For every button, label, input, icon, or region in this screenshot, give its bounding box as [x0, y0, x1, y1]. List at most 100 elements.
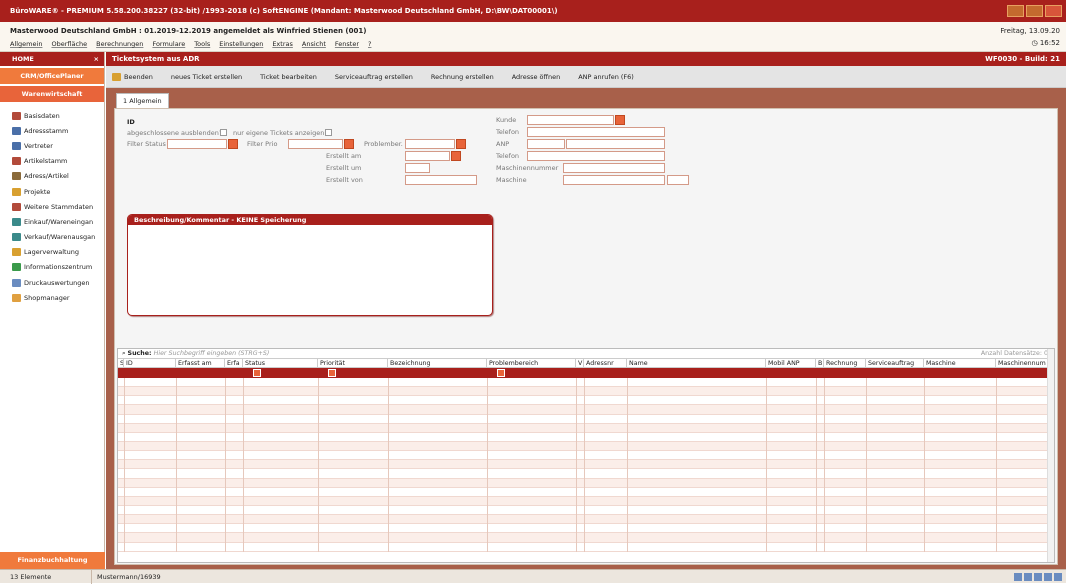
- menu-help[interactable]: ?: [368, 40, 371, 48]
- toolbar: Beenden neues Ticket erstellen Ticket be…: [106, 66, 1066, 88]
- sidebar-item[interactable]: Shopmanager: [0, 290, 104, 305]
- anp-name-input[interactable]: [566, 139, 665, 149]
- hide-closed-checkbox[interactable]: [220, 129, 227, 136]
- menu-bar: Allgemein Oberfläche Berechnungen Formul…: [10, 40, 371, 48]
- menu-einstellungen[interactable]: Einstellungen: [219, 40, 263, 48]
- filter-prio-dropdown[interactable]: [344, 139, 354, 149]
- table-row[interactable]: [118, 478, 1054, 488]
- edit-ticket-button[interactable]: Ticket bearbeiten: [260, 73, 317, 81]
- sidebar-item[interactable]: Weitere Stammdaten: [0, 199, 104, 214]
- description-textarea[interactable]: [128, 225, 492, 305]
- maximize-button[interactable]: [1026, 5, 1043, 17]
- table-row[interactable]: [118, 423, 1054, 433]
- tray-icon[interactable]: [1054, 573, 1062, 581]
- grid-scrollbar[interactable]: [1047, 349, 1054, 562]
- call-anp-button[interactable]: ANP anrufen (F6): [578, 73, 634, 81]
- sidebar-item[interactable]: Projekte: [0, 184, 104, 199]
- erstellt-von-input[interactable]: [405, 175, 477, 185]
- table-row[interactable]: [118, 451, 1054, 461]
- grid-header: S ID Erfasst am Erfa Status Priorität Bezeichn…: [118, 358, 1054, 369]
- menu-oberflaeche[interactable]: Oberfläche: [51, 40, 87, 48]
- kunde-input[interactable]: [527, 115, 614, 125]
- grid-search-row[interactable]: ⌕ Suche: Hier Suchbegriff eingeben (STRG…: [118, 349, 1054, 358]
- sidebar-item[interactable]: Verkauf/Warenausgan: [0, 230, 104, 245]
- menu-formulare[interactable]: Formulare: [152, 40, 185, 48]
- tab-allgemein[interactable]: 1 Allgemein: [116, 93, 169, 108]
- beenden-button[interactable]: Beenden: [112, 72, 153, 81]
- filter-prio-input[interactable]: [288, 139, 343, 149]
- sidebar-item[interactable]: Druckauswertungen: [0, 275, 104, 290]
- sidebar-home[interactable]: HOME ×: [0, 52, 104, 66]
- erstellt-am-dropdown[interactable]: [451, 151, 461, 161]
- filter-status-dropdown[interactable]: [228, 139, 238, 149]
- search-input[interactable]: Hier Suchbegriff eingeben (STRG+S): [154, 350, 270, 357]
- menu-tools[interactable]: Tools: [194, 40, 210, 48]
- table-row[interactable]: [118, 533, 1054, 543]
- user-info: Mustermann/16939: [97, 573, 161, 581]
- minimize-button[interactable]: [1007, 5, 1024, 17]
- close-icon[interactable]: ×: [94, 52, 99, 66]
- table-row[interactable]: [118, 414, 1054, 424]
- create-service-order-button[interactable]: Serviceauftrag erstellen: [335, 73, 413, 81]
- problember-dropdown[interactable]: [456, 139, 466, 149]
- own-tickets-checkbox[interactable]: [325, 129, 332, 136]
- menu-extras[interactable]: Extras: [272, 40, 293, 48]
- telefon-input[interactable]: [527, 127, 665, 137]
- table-row[interactable]: [118, 469, 1054, 479]
- table-row[interactable]: [118, 405, 1054, 415]
- erstellt-am-input[interactable]: [405, 151, 450, 161]
- table-row[interactable]: [118, 396, 1054, 406]
- module-icon: [12, 233, 21, 242]
- menu-berechnungen[interactable]: Berechnungen: [96, 40, 143, 48]
- menu-ansicht[interactable]: Ansicht: [302, 40, 326, 48]
- sidebar-section-finanzbuchhaltung[interactable]: Finanzbuchhaltung: [0, 552, 105, 569]
- erstellt-um-label: Erstellt um: [326, 164, 362, 172]
- sidebar-item[interactable]: Basisdaten: [0, 108, 104, 123]
- close-button[interactable]: [1045, 5, 1062, 17]
- erstellt-um-input[interactable]: [405, 163, 430, 173]
- maschine-extra-input[interactable]: [667, 175, 689, 185]
- tray-icon[interactable]: [1014, 573, 1022, 581]
- table-row[interactable]: [118, 515, 1054, 525]
- tray-icon[interactable]: [1024, 573, 1032, 581]
- problember-input[interactable]: [405, 139, 455, 149]
- sidebar-section-warenwirtschaft[interactable]: Warenwirtschaft: [0, 86, 104, 102]
- sidebar-section-crm[interactable]: CRM/OfficePlaner: [0, 68, 104, 84]
- sidebar-item[interactable]: Artikelstamm: [0, 154, 104, 169]
- menu-fenster[interactable]: Fenster: [335, 40, 359, 48]
- tray-icon[interactable]: [1034, 573, 1042, 581]
- table-row[interactable]: [118, 524, 1054, 534]
- table-row[interactable]: [118, 378, 1054, 388]
- sidebar-item-label: Lagerverwaltung: [24, 248, 79, 257]
- table-row[interactable]: [118, 496, 1054, 506]
- sidebar-item[interactable]: Lagerverwaltung: [0, 245, 104, 260]
- sidebar-item[interactable]: Vertreter: [0, 138, 104, 153]
- table-row[interactable]: [118, 505, 1054, 516]
- sidebar-item[interactable]: Informationszentrum: [0, 260, 104, 275]
- table-row[interactable]: [118, 542, 1054, 552]
- create-invoice-button[interactable]: Rechnung erstellen: [431, 73, 494, 81]
- table-row[interactable]: [118, 387, 1054, 397]
- maschine-input[interactable]: [563, 175, 665, 185]
- sidebar-item[interactable]: Adress/Artikel: [0, 169, 104, 184]
- grid-rows: [118, 378, 1054, 552]
- menu-allgemein[interactable]: Allgemein: [10, 40, 42, 48]
- table-row[interactable]: [118, 432, 1054, 442]
- table-row[interactable]: [118, 441, 1054, 452]
- table-row[interactable]: [118, 487, 1054, 497]
- column-filter-dropdown[interactable]: [328, 369, 336, 377]
- sidebar-item-label: Informationszentrum: [24, 263, 93, 272]
- tray-icon[interactable]: [1044, 573, 1052, 581]
- telefon2-input[interactable]: [527, 151, 665, 161]
- new-ticket-button[interactable]: neues Ticket erstellen: [171, 73, 242, 81]
- column-filter-dropdown[interactable]: [497, 369, 505, 377]
- anp-id-input[interactable]: [527, 139, 565, 149]
- kunde-dropdown[interactable]: [615, 115, 625, 125]
- table-row[interactable]: [118, 460, 1054, 470]
- maschinennummer-input[interactable]: [563, 163, 665, 173]
- sidebar-item[interactable]: Einkauf/Wareneingan: [0, 214, 104, 229]
- filter-status-input[interactable]: [167, 139, 227, 149]
- column-filter-dropdown[interactable]: [253, 369, 261, 377]
- sidebar-item[interactable]: Adressstamm: [0, 123, 104, 138]
- open-address-button[interactable]: Adresse öffnen: [512, 73, 561, 81]
